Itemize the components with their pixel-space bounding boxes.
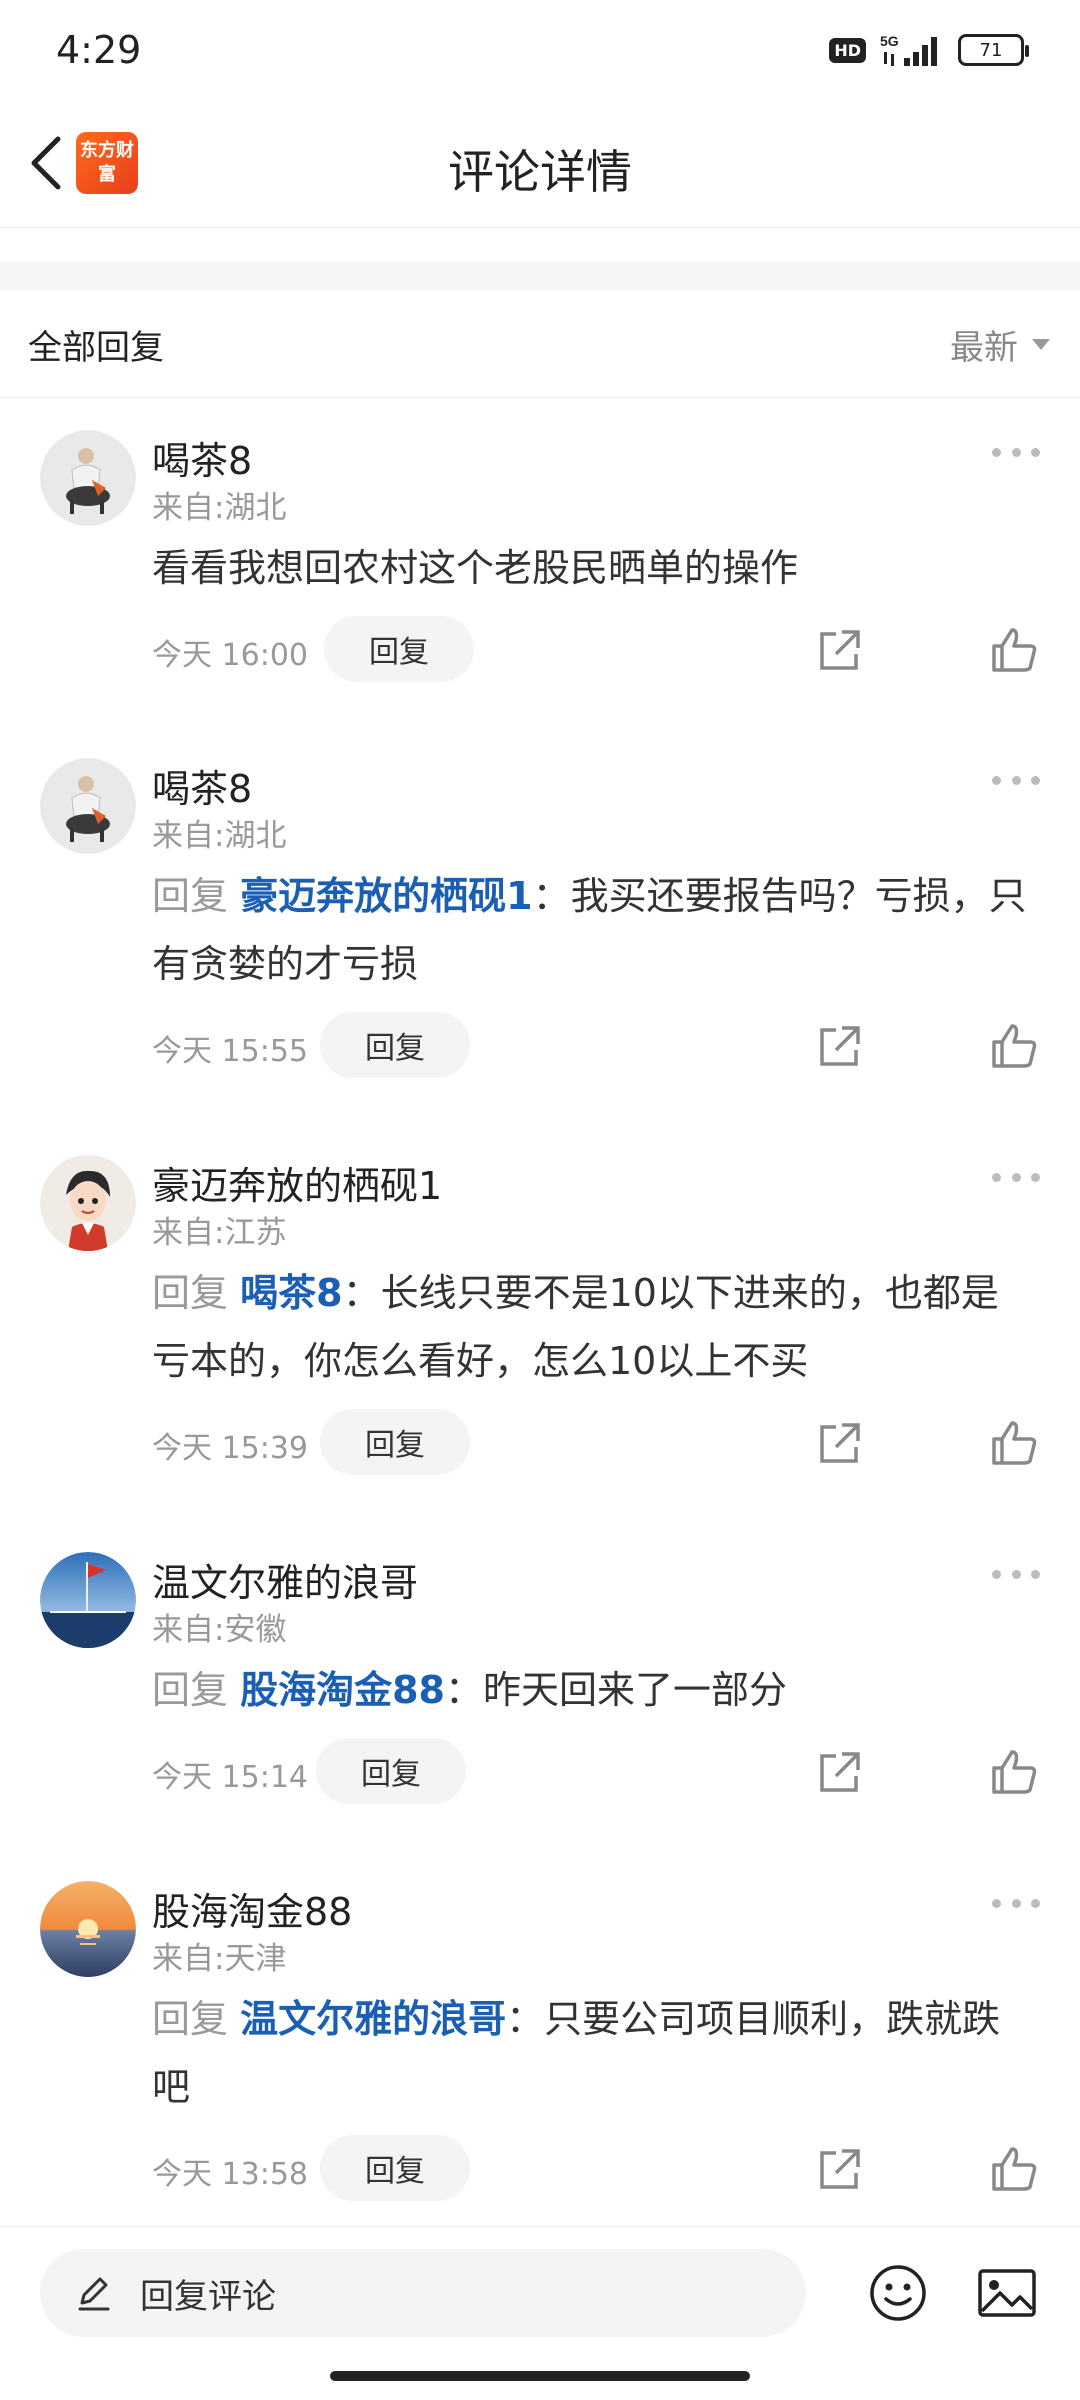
location-text: 来自:安徽 <box>152 1612 287 1648</box>
avatar[interactable] <box>40 1552 136 1648</box>
reply-input-placeholder: 回复评论 <box>140 2276 276 2317</box>
avatar-illustration-icon <box>40 430 136 526</box>
timestamp: 今天 13:58 <box>152 2157 308 2192</box>
mention-link[interactable]: 温文尔雅的浪哥 <box>240 1997 506 2041</box>
comment-text: 回复 喝茶8：长线只要不是10以下进来的，也都是亏本的，你怎么看好，怎么10以上… <box>152 1259 1032 1395</box>
timestamp: 今天 16:00 <box>152 638 308 673</box>
share-icon[interactable] <box>812 622 868 678</box>
home-indicator[interactable] <box>330 2371 750 2381</box>
share-icon[interactable] <box>812 1415 868 1471</box>
avatar-sunset-icon <box>40 1881 136 1977</box>
avatar-cartoon-boy-icon <box>40 1155 136 1251</box>
reply-button[interactable]: 回复 <box>320 1409 470 1475</box>
image-icon[interactable] <box>976 2263 1038 2323</box>
mention-link[interactable]: 喝茶8 <box>240 1271 342 1315</box>
timestamp: 今天 15:55 <box>152 1034 308 1069</box>
thumbs-up-icon[interactable] <box>986 1415 1042 1471</box>
username[interactable]: 股海淘金88 <box>152 1881 352 1936</box>
hd-badge: HD <box>829 37 866 63</box>
timestamp: 今天 15:14 <box>152 1760 308 1795</box>
section-header: 全部回复 最新 <box>0 290 1080 398</box>
comment-actions: 今天 13:58 回复 <box>152 2135 1042 2201</box>
thumbs-up-icon[interactable] <box>986 2141 1042 2197</box>
network-label: 5G <box>880 33 899 49</box>
battery-level: 71 <box>979 39 1003 61</box>
reply-prefix: 回复 <box>152 1668 229 1712</box>
location-text: 来自:江苏 <box>152 1215 287 1251</box>
avatar-flag-sea-icon <box>40 1552 136 1648</box>
share-icon[interactable] <box>812 2141 868 2197</box>
comment-body: ：昨天回来了一部分 <box>445 1668 788 1712</box>
more-options-icon[interactable] <box>992 1893 1040 1913</box>
avatar[interactable] <box>40 758 136 854</box>
reply-prefix: 回复 <box>152 1271 229 1315</box>
sort-dropdown[interactable]: 最新 <box>950 320 1050 369</box>
username[interactable]: 喝茶8 <box>152 758 252 813</box>
signal-icon: 5G <box>880 33 937 66</box>
more-options-icon[interactable] <box>992 1564 1040 1584</box>
caret-down-icon <box>1032 339 1050 350</box>
comment-body: 看看我想回农村这个老股民晒单的操作 <box>152 546 799 590</box>
username[interactable]: 喝茶8 <box>152 430 252 485</box>
location-text: 来自:天津 <box>152 1941 287 1977</box>
more-options-icon[interactable] <box>992 770 1040 790</box>
thumbs-up-icon[interactable] <box>986 622 1042 678</box>
reply-button[interactable]: 回复 <box>324 616 474 682</box>
comment-actions: 今天 15:14 回复 <box>152 1738 1042 1804</box>
comment-text: 回复 股海淘金88：昨天回来了一部分 <box>152 1656 1032 1724</box>
share-icon[interactable] <box>812 1018 868 1074</box>
comment-text: 回复 豪迈奔放的栖砚1：我买还要报告吗？亏损，只有贪婪的才亏损 <box>152 862 1032 998</box>
username[interactable]: 豪迈奔放的栖砚1 <box>152 1155 442 1210</box>
status-time: 4:29 <box>56 28 142 72</box>
thumbs-up-icon[interactable] <box>986 1744 1042 1800</box>
mention-link[interactable]: 豪迈奔放的栖砚1 <box>240 874 532 918</box>
status-icons: HD 5G 71 <box>829 32 1029 68</box>
avatar[interactable] <box>40 1881 136 1977</box>
all-replies-title: 全部回复 <box>28 328 164 368</box>
bottom-reply-bar: 回复评论 <box>0 2226 1080 2400</box>
reply-comment-input[interactable]: 回复评论 <box>40 2249 806 2337</box>
comment-text: 看看我想回农村这个老股民晒单的操作 <box>152 534 1032 602</box>
comment-actions: 今天 15:55 回复 <box>152 1012 1042 1078</box>
location-text: 来自:湖北 <box>152 490 287 526</box>
reply-button[interactable]: 回复 <box>320 2135 470 2201</box>
battery-icon: 71 <box>958 34 1029 66</box>
status-bar: 4:29 HD 5G 71 <box>0 0 1080 100</box>
reply-prefix: 回复 <box>152 1997 229 2041</box>
username[interactable]: 温文尔雅的浪哥 <box>152 1552 418 1607</box>
nav-bar: 东方财富 评论详情 <box>0 100 1080 228</box>
pencil-icon <box>78 2277 110 2311</box>
section-divider <box>0 262 1080 290</box>
mention-link[interactable]: 股海淘金88 <box>240 1668 445 1712</box>
avatar[interactable] <box>40 430 136 526</box>
sort-label: 最新 <box>950 328 1018 368</box>
page-title: 评论详情 <box>448 145 632 199</box>
comment-actions: 今天 16:00 回复 <box>152 616 1042 682</box>
emoji-icon[interactable] <box>868 2263 928 2323</box>
more-options-icon[interactable] <box>992 442 1040 462</box>
share-icon[interactable] <box>812 1744 868 1800</box>
comment-actions: 今天 15:39 回复 <box>152 1409 1042 1475</box>
reply-button[interactable]: 回复 <box>316 1738 466 1804</box>
comment-text: 回复 温文尔雅的浪哥：只要公司项目顺利，跌就跌吧 <box>152 1985 1032 2121</box>
reply-button[interactable]: 回复 <box>320 1012 470 1078</box>
timestamp: 今天 15:39 <box>152 1431 308 1466</box>
avatar[interactable] <box>40 1155 136 1251</box>
thumbs-up-icon[interactable] <box>986 1018 1042 1074</box>
more-options-icon[interactable] <box>992 1167 1040 1187</box>
avatar-illustration-icon <box>40 758 136 854</box>
reply-prefix: 回复 <box>152 874 229 918</box>
location-text: 来自:湖北 <box>152 818 287 854</box>
